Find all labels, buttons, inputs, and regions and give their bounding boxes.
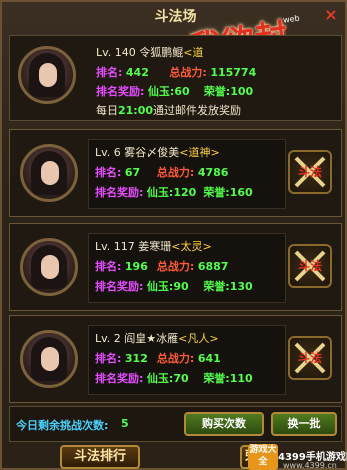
opponent-card: Lv. 2 阎皇★冰雁<凡人> 排名: 312 总战力: 641 排名奖励: 仙玉… [9, 315, 342, 403]
opponent-avatar [20, 238, 78, 296]
player-sect: <道 [183, 46, 204, 59]
close-icon[interactable]: × [322, 6, 340, 24]
opponent-xianyu: 70 [173, 372, 189, 385]
rank-label: 排名: [96, 66, 123, 79]
player-rank: 442 [125, 66, 149, 79]
fight-button[interactable]: 斗法 [288, 244, 332, 288]
opponent-level: Lv. 117 [95, 240, 135, 253]
player-name: 令狐鹏鲲 [139, 46, 184, 59]
player-honor: 100 [230, 85, 254, 98]
opponent-power: 6887 [197, 260, 229, 273]
opponent-power: 641 [197, 352, 221, 365]
opponent-card: Lv. 6 雾谷〆俊美<道神> 排名: 67 总战力: 4786 排名奖励: 仙玉… [9, 129, 342, 217]
fight-button[interactable]: 斗法 [288, 336, 332, 380]
fight-button[interactable]: 斗法 [288, 150, 332, 194]
opponent-avatar [20, 330, 78, 388]
opponent-sect: <太灵> [171, 240, 212, 253]
xianyu-label: 仙玉: [147, 85, 175, 98]
opponent-rank: 312 [124, 352, 148, 365]
opponent-honor: 130 [229, 280, 253, 293]
reward-label: 排名奖励: [96, 85, 145, 98]
player-header: Lv. 140 令狐鹏鲲<道 [96, 44, 204, 60]
daily-reward-note: 每日21:00通过邮件发放奖励 [96, 104, 242, 117]
refresh-opponents-button[interactable]: 换一批 [271, 412, 337, 436]
player-power: 115774 [210, 66, 257, 79]
opponent-card: Lv. 117 姜寒珊<太灵> 排名: 196 总战力: 6887 排名奖励: 仙… [9, 223, 342, 311]
opponent-name: 姜寒珊 [138, 240, 172, 253]
opponent-sect: <凡人> [178, 332, 219, 345]
watermark-logo: 游戏大全 [248, 444, 278, 470]
daily-reward-time: 21:00 [118, 104, 154, 117]
opponent-level: Lv. 2 [95, 332, 121, 345]
arena-ranking-button[interactable]: 斗法排行 [60, 445, 140, 469]
opponent-xianyu: 120 [173, 186, 197, 199]
opponent-rank: 67 [124, 166, 141, 179]
opponent-rank: 196 [124, 260, 148, 273]
watermark-url: www.4399.cn [283, 461, 337, 470]
player-level: Lv. 140 [96, 46, 136, 59]
opponent-honor: 160 [229, 186, 253, 199]
opponent-level: Lv. 6 [95, 146, 121, 159]
player-summary: Lv. 140 令狐鹏鲲<道 排名: 442 总战力: 115774 排名奖励:… [9, 35, 342, 121]
opponent-name: 雾谷〆俊美 [124, 146, 180, 159]
opponent-xianyu: 90 [173, 280, 189, 293]
arena-panel: 斗法场 × 我欲封天 web Lv. 140 令狐鹏鲲<道 排名: 442 总战… [0, 0, 347, 470]
player-reward-row: 排名奖励: 仙玉:60 荣誉:100 [96, 83, 253, 99]
logo-tag: web [282, 13, 301, 25]
challenge-bar: 今日剩余挑战次数: 5 购买次数 换一批 [9, 406, 342, 442]
opponent-avatar [20, 144, 78, 202]
opponent-name: 阎皇★冰雁 [124, 332, 179, 345]
power-label: 总战力: [169, 66, 207, 79]
player-xianyu: 60 [174, 85, 190, 98]
player-rank-row: 排名: 442 总战力: 115774 [96, 64, 256, 80]
opponent-power: 4786 [197, 166, 229, 179]
remaining-label: 今日剩余挑战次数: [16, 419, 109, 432]
opponent-sect: <道神> [179, 146, 220, 159]
honor-label: 荣誉: [203, 85, 231, 98]
player-avatar [18, 46, 76, 104]
buy-attempts-button[interactable]: 购买次数 [184, 412, 264, 436]
opponent-honor: 110 [229, 372, 253, 385]
remaining-count: 5 [121, 417, 129, 430]
